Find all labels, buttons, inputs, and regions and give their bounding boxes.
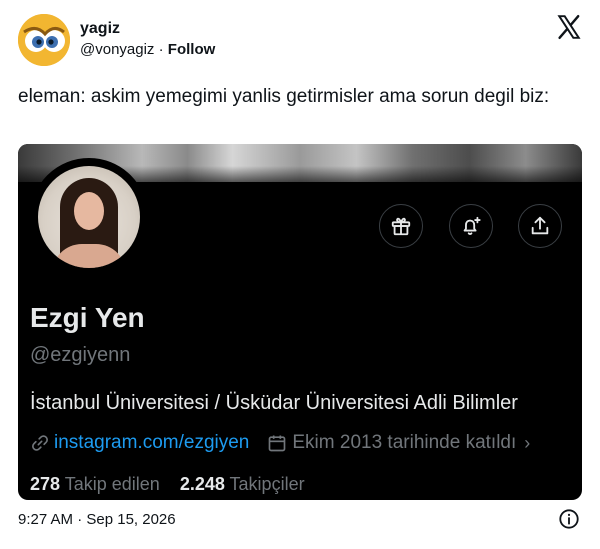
x-logo-icon[interactable] bbox=[556, 14, 582, 40]
tweet-embed: yagiz @vonyagiz · Follow eleman: askim y… bbox=[0, 0, 600, 549]
notify-button[interactable] bbox=[449, 204, 493, 248]
profile-bio: İstanbul Üniversitesi / Üsküdar Üniversi… bbox=[30, 392, 518, 414]
gift-button[interactable] bbox=[379, 204, 423, 248]
share-icon bbox=[531, 216, 549, 235]
follow-button[interactable]: Follow bbox=[168, 41, 216, 58]
profile-handle: @ezgiyenn bbox=[30, 344, 131, 366]
profile-photo bbox=[30, 158, 148, 276]
tweet-text: eleman: askim yemegimi yanlis getirmisle… bbox=[18, 86, 550, 107]
author-avatar[interactable] bbox=[18, 14, 70, 66]
separator-dot: · bbox=[158, 41, 164, 58]
following-count[interactable]: 278 bbox=[30, 474, 60, 494]
chevron-right-icon: › bbox=[524, 432, 531, 453]
share-button[interactable] bbox=[518, 204, 562, 248]
profile-meta-row: instagram.com/ezgiyen Ekim 2013 tarihind… bbox=[30, 432, 530, 454]
profile-joined: Ekim 2013 tarihinde katıldı bbox=[292, 432, 517, 453]
calendar-icon bbox=[269, 435, 286, 452]
owl-avatar-icon bbox=[18, 14, 70, 66]
info-icon[interactable] bbox=[558, 508, 580, 530]
tweet-timestamp[interactable]: 9:27 AM · Sep 15, 2026 bbox=[18, 511, 176, 528]
profile-name: Ezgi Yen bbox=[30, 302, 145, 333]
author-display-name[interactable]: yagiz bbox=[80, 20, 120, 38]
author-handle[interactable]: @vonyagiz bbox=[80, 41, 154, 58]
bell-plus-icon bbox=[463, 216, 481, 235]
following-label[interactable]: Takip edilen bbox=[65, 474, 160, 494]
followers-label[interactable]: Takipçiler bbox=[230, 474, 305, 494]
gift-icon bbox=[391, 217, 411, 236]
profile-follow-stats: 278 Takip edilen 2.248 Takipçiler bbox=[30, 474, 305, 495]
author-handle-row: @vonyagiz · Follow bbox=[80, 41, 215, 58]
followers-count[interactable]: 2.248 bbox=[180, 474, 225, 494]
tweet-media-profile-screenshot[interactable]: Ezgi Yen @ezgiyenn İstanbul Üniversitesi… bbox=[18, 144, 582, 500]
profile-link[interactable]: instagram.com/ezgiyen bbox=[54, 432, 249, 454]
profile-photo-image bbox=[38, 166, 140, 268]
link-icon bbox=[32, 435, 48, 451]
